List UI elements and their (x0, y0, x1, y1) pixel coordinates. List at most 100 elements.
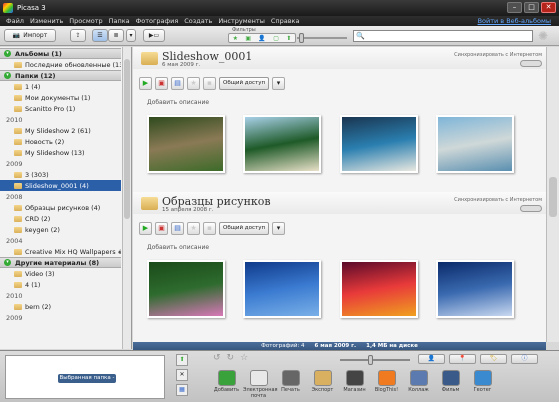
close-button[interactable]: ✕ (541, 2, 556, 13)
tray-action-button[interactable]: Магазин (339, 370, 370, 401)
sidebar-folder-item[interactable]: My Slideshow (13) (0, 147, 121, 158)
view-dropdown-button[interactable]: ▾ (126, 29, 136, 42)
tree-view-button[interactable]: ≣ (108, 29, 124, 42)
jungle-house-photo[interactable] (147, 115, 225, 173)
info-icon[interactable]: ⓘ (511, 354, 538, 364)
sidebar-folder-item[interactable]: My Slideshow 2 (61) (0, 125, 121, 136)
collage-icon[interactable]: ▣ (155, 76, 168, 90)
share-button[interactable]: Общий доступ (219, 76, 270, 90)
tray-action-button[interactable]: Печать (275, 370, 306, 401)
rotate-right-icon[interactable]: ↻ (227, 353, 235, 363)
rock-beach-photo[interactable] (436, 115, 514, 173)
list-view-button[interactable]: ☰ (92, 29, 108, 42)
movie-icon[interactable]: ▤ (171, 221, 184, 235)
winter-photo[interactable] (436, 260, 514, 318)
face-filter-icon[interactable]: 👤 (258, 35, 265, 42)
people-icon[interactable]: 👤 (418, 354, 445, 364)
menu-photo[interactable]: Фотография (136, 17, 179, 25)
video-filter-icon[interactable]: ▣ (245, 35, 251, 42)
tray-action-button[interactable]: Экспорт (307, 370, 338, 401)
sidebar-folder-item[interactable]: Мои документы (1) (0, 92, 121, 103)
menu-folder[interactable]: Папка (109, 17, 130, 25)
geotag-filter-icon[interactable]: ▢ (273, 35, 279, 42)
tropical-shore-photo[interactable] (340, 115, 418, 173)
sidebar-folder-item[interactable]: CRD (2) (0, 213, 121, 224)
sidebar-folder-item[interactable]: Последние обновленные (13) (0, 59, 121, 70)
sidebar-folder-item[interactable]: keygen (2) (0, 224, 121, 235)
upload-button[interactable]: ⇪ (70, 29, 86, 42)
slideshow-button[interactable]: ▶▭ (143, 29, 165, 42)
menu-file[interactable]: Файл (6, 17, 24, 25)
add-to-album-button[interactable]: ▦ (176, 384, 188, 396)
maximize-button[interactable]: □ (524, 2, 539, 13)
sidebar-folder-item[interactable]: bern (2) (0, 301, 121, 312)
main-scroll-thumb[interactable] (549, 177, 557, 217)
water-lilies-photo[interactable] (147, 260, 225, 318)
hold-button[interactable]: ⬆ (176, 354, 188, 366)
tray-action-button[interactable]: Геотег (467, 370, 498, 401)
add-caption-link[interactable]: Добавить описание (147, 244, 209, 251)
other-header[interactable]: ▾ Другие материалы (8) (0, 257, 121, 268)
slider-knob[interactable] (299, 33, 304, 43)
tags-icon[interactable]: 🏷 (480, 354, 507, 364)
login-link[interactable]: Войти в Веб-альбомы (478, 17, 551, 25)
menu-view[interactable]: Просмотр (69, 17, 102, 25)
tray-selection-box[interactable]: Выбранная папка - 4 фото (5, 355, 165, 399)
menu-edit[interactable]: Изменить (30, 17, 63, 25)
sidebar-folder-item[interactable]: 3 (303) (0, 169, 121, 180)
tray-action-button[interactable]: Коллаж (403, 370, 434, 401)
star-icon[interactable]: ★ (187, 76, 200, 90)
places-icon[interactable]: 📍 (449, 354, 476, 364)
uploaded-filter-icon[interactable]: ⬆ (286, 35, 291, 42)
sidebar-folder-item[interactable]: Образцы рисунков (4) (0, 202, 121, 213)
add-caption-link[interactable]: Добавить описание (147, 99, 209, 106)
tray-action-button[interactable]: BlogThis! (371, 370, 402, 401)
sync-toggle[interactable] (520, 60, 542, 67)
star-icon[interactable]: ☆ (240, 353, 248, 363)
menu-create[interactable]: Создать (184, 17, 212, 25)
sidebar-folder-item[interactable]: Slideshow_0001 (4) (0, 180, 121, 191)
search-input[interactable] (366, 31, 531, 41)
collage-icon[interactable]: ▣ (155, 221, 168, 235)
sync-toggle[interactable] (520, 205, 542, 212)
sidebar-folder-item[interactable]: Scanitto Pro (1) (0, 103, 121, 114)
sidebar-scroll-thumb[interactable] (124, 59, 130, 219)
main-scrollbar[interactable] (546, 47, 559, 342)
chevron-down-icon[interactable]: ▾ (272, 76, 286, 90)
tray-action-button[interactable]: Электронная почта (243, 370, 278, 401)
star-filter-icon[interactable]: ★ (233, 35, 238, 42)
thumbnail-size-slider[interactable] (340, 355, 410, 365)
collapse-icon[interactable]: ▾ (4, 50, 11, 57)
collapse-icon[interactable]: ▾ (4, 72, 11, 79)
minimize-button[interactable]: – (507, 2, 522, 13)
import-button[interactable]: 📷 Импорт (4, 29, 56, 42)
tray-action-button[interactable]: Фильм (435, 370, 466, 401)
rotate-left-icon[interactable]: ↺ (213, 353, 221, 363)
play-slideshow-button[interactable]: ▶ (139, 76, 152, 90)
movie-icon[interactable]: ▤ (171, 76, 184, 90)
palm-beach-photo[interactable] (243, 115, 321, 173)
menu-tools[interactable]: Инструменты (218, 17, 265, 25)
menu-help[interactable]: Справка (271, 17, 300, 25)
save-icon[interactable]: ▪ (203, 76, 216, 90)
sidebar-folder-item[interactable]: Новость (2) (0, 136, 121, 147)
sidebar-scrollbar[interactable] (122, 47, 131, 349)
play-slideshow-button[interactable]: ▶ (139, 221, 152, 235)
chevron-down-icon[interactable]: ▾ (272, 221, 286, 235)
share-button[interactable]: Общий доступ (219, 221, 270, 235)
sidebar-folder-item[interactable]: 4 (1) (0, 279, 121, 290)
sidebar-folder-item[interactable]: Video (3) (0, 268, 121, 279)
blue-hills-photo[interactable] (243, 260, 321, 318)
thumbnail-size-knob[interactable] (368, 355, 373, 365)
star-icon[interactable]: ★ (187, 221, 200, 235)
tray-action-button[interactable]: Добавить (211, 370, 242, 401)
clear-tray-button[interactable]: ✕ (176, 369, 188, 381)
sunset-photo[interactable] (340, 260, 418, 318)
sidebar-folder-item[interactable]: Creative Mix HQ Wallpapers #... (0, 246, 121, 257)
collapse-icon[interactable]: ▾ (4, 259, 11, 266)
albums-header[interactable]: ▾ Альбомы (1) (0, 48, 121, 59)
save-icon[interactable]: ▪ (203, 221, 216, 235)
sidebar-folder-item[interactable]: 1 (4) (0, 81, 121, 92)
folders-header[interactable]: ▾ Папки (12) (0, 70, 121, 81)
date-filter-slider[interactable] (297, 33, 347, 43)
